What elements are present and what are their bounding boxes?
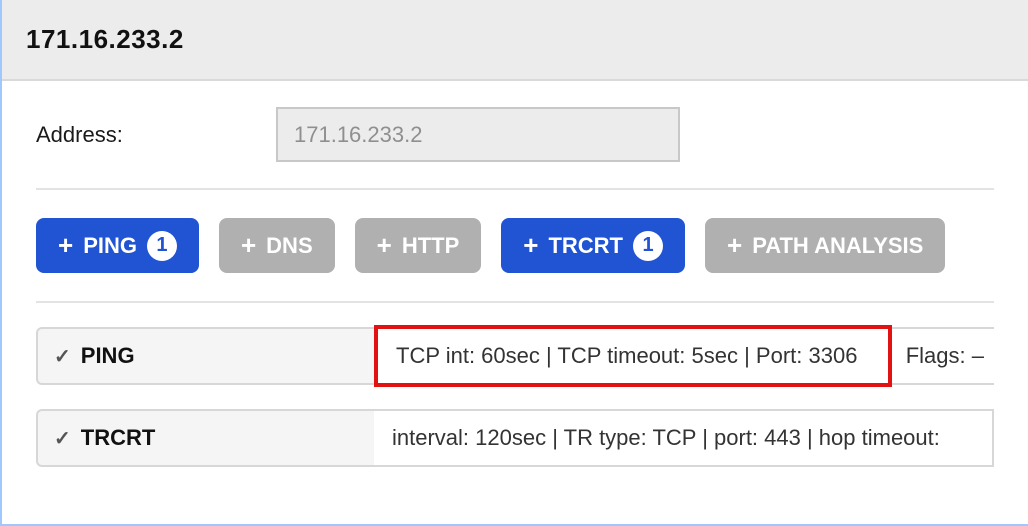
trcrt-entry-details: interval: 120sec | TR type: TCP | port: … <box>392 425 940 451</box>
trcrt-count-badge: 1 <box>633 231 663 261</box>
ping-entry-flags-cell: Flags: – <box>892 327 994 385</box>
add-trcrt-button[interactable]: + TRCRT 1 <box>501 218 685 273</box>
add-dns-label: DNS <box>266 233 312 259</box>
panel: 171.16.233.2 Address: + PING 1 + DNS + H… <box>0 0 1028 526</box>
add-http-label: HTTP <box>402 233 459 259</box>
ping-entry-details-highlight: TCP int: 60sec | TCP timeout: 5sec | Por… <box>374 325 892 387</box>
address-input[interactable] <box>276 107 680 162</box>
ping-count-badge: 1 <box>147 231 177 261</box>
add-dns-button[interactable]: + DNS <box>219 218 335 273</box>
trcrt-entry-details-cell: interval: 120sec | TR type: TCP | port: … <box>374 409 994 467</box>
title-bar: 171.16.233.2 <box>2 0 1028 81</box>
plus-icon: + <box>58 232 73 258</box>
address-row: Address: <box>36 107 994 190</box>
add-path-analysis-label: PATH ANALYSIS <box>752 233 923 259</box>
ping-entry-label: PING <box>81 343 135 369</box>
add-path-analysis-button[interactable]: + PATH ANALYSIS <box>705 218 945 273</box>
add-http-button[interactable]: + HTTP <box>355 218 482 273</box>
add-ping-button[interactable]: + PING 1 <box>36 218 199 273</box>
ping-entry-row: ✓ PING TCP int: 60sec | TCP timeout: 5se… <box>36 327 994 385</box>
trcrt-entry-label: TRCRT <box>81 425 156 451</box>
plus-icon: + <box>523 232 538 258</box>
content-area: Address: + PING 1 + DNS + HTTP + TRCRT 1 <box>2 81 1028 467</box>
check-icon: ✓ <box>54 426 71 451</box>
add-ping-label: PING <box>83 233 137 259</box>
ping-entry-details: TCP int: 60sec | TCP timeout: 5sec | Por… <box>396 343 857 369</box>
plus-icon: + <box>241 232 256 258</box>
trcrt-entry-header[interactable]: ✓ TRCRT <box>36 409 374 467</box>
plus-icon: + <box>727 232 742 258</box>
ping-entry-flags: Flags: – <box>906 343 984 369</box>
check-icon: ✓ <box>54 344 71 369</box>
trcrt-entry-row: ✓ TRCRT interval: 120sec | TR type: TCP … <box>36 409 994 467</box>
page-title: 171.16.233.2 <box>26 24 1004 55</box>
add-trcrt-label: TRCRT <box>548 233 623 259</box>
plus-icon: + <box>377 232 392 258</box>
address-label: Address: <box>36 122 276 148</box>
ping-entry-header[interactable]: ✓ PING <box>36 327 374 385</box>
action-button-row: + PING 1 + DNS + HTTP + TRCRT 1 + PATH A… <box>36 190 994 303</box>
